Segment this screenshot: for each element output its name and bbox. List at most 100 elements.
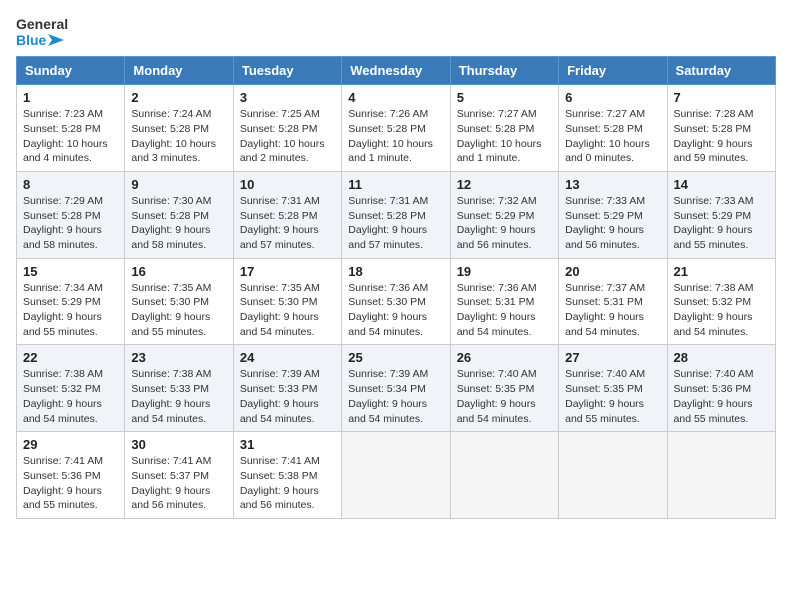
daylight-text: Daylight: 9 hours <box>240 485 319 497</box>
day-info: Sunrise: 7:40 AMSunset: 5:35 PMDaylight:… <box>565 367 660 426</box>
day-number: 31 <box>240 437 335 452</box>
sunrise-text: Sunrise: 7:36 AM <box>348 282 428 294</box>
day-info: Sunrise: 7:33 AMSunset: 5:29 PMDaylight:… <box>674 194 769 253</box>
daylight-minutes-text: and 58 minutes. <box>131 239 206 251</box>
daylight-minutes-text: and 56 minutes. <box>565 239 640 251</box>
sunset-text: Sunset: 5:32 PM <box>674 296 752 308</box>
day-number: 17 <box>240 264 335 279</box>
day-info: Sunrise: 7:24 AMSunset: 5:28 PMDaylight:… <box>131 107 226 166</box>
calendar-day-cell: 25Sunrise: 7:39 AMSunset: 5:34 PMDayligh… <box>342 345 450 432</box>
sunset-text: Sunset: 5:30 PM <box>240 296 318 308</box>
sunset-text: Sunset: 5:36 PM <box>23 470 101 482</box>
weekday-header-tuesday: Tuesday <box>233 57 341 85</box>
calendar-day-cell: 1Sunrise: 7:23 AMSunset: 5:28 PMDaylight… <box>17 85 125 172</box>
calendar-day-cell: 14 Sunrise: 7:33 AMSunset: 5:29 PMDayligh… <box>667 171 775 258</box>
weekday-header-thursday: Thursday <box>450 57 558 85</box>
day-number: 7 <box>674 90 769 105</box>
sunrise-text: Sunrise: 7:38 AM <box>131 368 211 380</box>
calendar-day-cell <box>342 432 450 519</box>
sunset-text: Sunset: 5:28 PM <box>23 210 101 222</box>
calendar-day-cell: 29Sunrise: 7:41 AMSunset: 5:36 PMDayligh… <box>17 432 125 519</box>
day-number: 3 <box>240 90 335 105</box>
daylight-text: Daylight: 9 hours <box>240 311 319 323</box>
calendar-day-cell: 4Sunrise: 7:26 AMSunset: 5:28 PMDaylight… <box>342 85 450 172</box>
day-info: Sunrise: 7:27 AMSunset: 5:28 PMDaylight:… <box>457 107 552 166</box>
day-number: 16 <box>131 264 226 279</box>
calendar-day-cell: 17 Sunrise: 7:35 AM Sunset: 5:30 PM Dayligh… <box>233 258 341 345</box>
calendar-day-cell: 6Sunrise: 7:27 AMSunset: 5:28 PMDaylight… <box>559 85 667 172</box>
daylight-text: Daylight: 9 hours <box>674 311 753 323</box>
day-info: Sunrise: 7:41 AMSunset: 5:37 PMDaylight:… <box>131 454 226 513</box>
sunset-text: Sunset: 5:29 PM <box>565 210 643 222</box>
daylight-minutes-text: and 54 minutes. <box>131 413 206 425</box>
day-info: Sunrise: 7:35 AM Sunset: 5:30 PM Daylight:… <box>240 281 335 340</box>
daylight-minutes-text: and 3 minutes. <box>131 152 200 164</box>
day-number: 30 <box>131 437 226 452</box>
calendar-week-row: 8Sunrise: 7:29 AMSunset: 5:28 PMDaylight… <box>17 171 776 258</box>
calendar-day-cell <box>667 432 775 519</box>
day-number: 9 <box>131 177 226 192</box>
day-number: 12 <box>457 177 552 192</box>
sunset-text: Sunset: 5:28 PM <box>348 210 426 222</box>
calendar-day-cell <box>559 432 667 519</box>
day-number: 14 <box>674 177 769 192</box>
weekday-header-monday: Monday <box>125 57 233 85</box>
day-number: 21 <box>674 264 769 279</box>
day-number: 19 <box>457 264 552 279</box>
sunrise-text: Sunrise: 7:41 AM <box>240 455 320 467</box>
sunset-text: Sunset: 5:29 PM <box>674 210 752 222</box>
day-info: Sunrise: 7:34 AMSunset: 5:29 PMDaylight:… <box>23 281 118 340</box>
daylight-text: Daylight: 9 hours <box>131 398 210 410</box>
day-number: 2 <box>131 90 226 105</box>
daylight-minutes-text: and 54 minutes. <box>674 326 749 338</box>
logo-text-block: General Blue <box>16 16 68 48</box>
daylight-minutes-text: and 59 minutes. <box>674 152 749 164</box>
day-number: 28 <box>674 350 769 365</box>
weekday-header-row: SundayMondayTuesdayWednesdayThursdayFrid… <box>17 57 776 85</box>
daylight-minutes-text: and 55 minutes. <box>23 499 98 511</box>
sunrise-text: Sunrise: 7:31 AM <box>240 195 320 207</box>
day-info: Sunrise: 7:36 AMSunset: 5:30 PMDaylight:… <box>348 281 443 340</box>
daylight-minutes-text: and 4 minutes. <box>23 152 92 164</box>
daylight-text: Daylight: 10 hours <box>348 138 433 150</box>
daylight-text: Daylight: 9 hours <box>565 311 644 323</box>
day-info: Sunrise: 7:23 AMSunset: 5:28 PMDaylight:… <box>23 107 118 166</box>
sunset-text: Sunset: 5:28 PM <box>457 123 535 135</box>
daylight-minutes-text: and 54 minutes. <box>565 326 640 338</box>
day-number: 4 <box>348 90 443 105</box>
calendar-day-cell: 31 Sunrise: 7:41 AM Sunset: 5:38 PM Dayligh… <box>233 432 341 519</box>
calendar-day-cell: 9 Sunrise: 7:30 AMSunset: 5:28 PMDaylight… <box>125 171 233 258</box>
day-info: Sunrise: 7:39 AMSunset: 5:33 PMDaylight:… <box>240 367 335 426</box>
day-number: 13 <box>565 177 660 192</box>
sunset-text: Sunset: 5:33 PM <box>131 383 209 395</box>
daylight-minutes-text: and 54 minutes. <box>348 413 423 425</box>
day-number: 22 <box>23 350 118 365</box>
day-number: 26 <box>457 350 552 365</box>
sunrise-text: Sunrise: 7:35 AM <box>240 282 320 294</box>
sunrise-text: Sunrise: 7:40 AM <box>565 368 645 380</box>
sunrise-text: Sunrise: 7:41 AM <box>23 455 103 467</box>
day-info: Sunrise: 7:30 AMSunset: 5:28 PMDaylight:… <box>131 194 226 253</box>
calendar-week-row: 22 Sunrise: 7:38 AM Sunset: 5:32 PM Dayligh… <box>17 345 776 432</box>
daylight-text: Daylight: 10 hours <box>565 138 650 150</box>
calendar-week-row: 29Sunrise: 7:41 AMSunset: 5:36 PMDayligh… <box>17 432 776 519</box>
sunrise-text: Sunrise: 7:27 AM <box>457 108 537 120</box>
daylight-text: Daylight: 9 hours <box>131 311 210 323</box>
daylight-minutes-text: and 54 minutes. <box>240 413 315 425</box>
sunset-text: Sunset: 5:28 PM <box>240 123 318 135</box>
sunset-text: Sunset: 5:37 PM <box>131 470 209 482</box>
daylight-text: Daylight: 9 hours <box>240 224 319 236</box>
day-info: Sunrise: 7:27 AMSunset: 5:28 PMDaylight:… <box>565 107 660 166</box>
sunrise-text: Sunrise: 7:38 AM <box>674 282 754 294</box>
day-info: Sunrise: 7:41 AM Sunset: 5:38 PM Daylight:… <box>240 454 335 513</box>
sunset-text: Sunset: 5:35 PM <box>565 383 643 395</box>
day-info: Sunrise: 7:36 AMSunset: 5:31 PMDaylight:… <box>457 281 552 340</box>
sunset-text: Sunset: 5:32 PM <box>23 383 101 395</box>
sunset-text: Sunset: 5:38 PM <box>240 470 318 482</box>
sunset-text: Sunset: 5:29 PM <box>457 210 535 222</box>
sunset-text: Sunset: 5:30 PM <box>348 296 426 308</box>
day-number: 10 <box>240 177 335 192</box>
day-number: 25 <box>348 350 443 365</box>
daylight-text: Daylight: 9 hours <box>674 224 753 236</box>
sunset-text: Sunset: 5:28 PM <box>565 123 643 135</box>
